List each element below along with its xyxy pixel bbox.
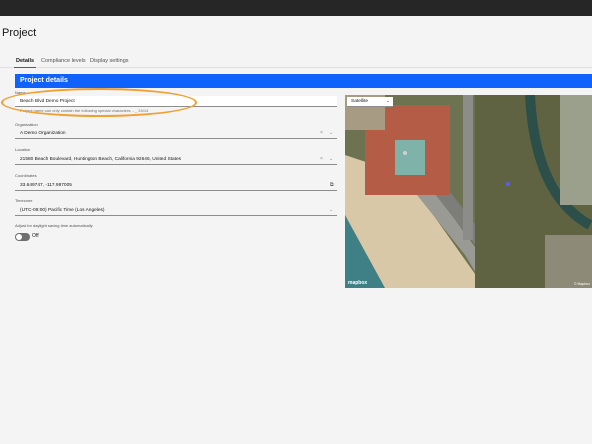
coordinates-value: 33.649747, -117.987005 [20,183,72,188]
page-title: Project [2,27,37,39]
mapbox-logo: mapbox [348,280,368,286]
location-label: Location [15,147,31,152]
timezone-select[interactable]: (UTC-08:00) Pacific Time (Los Angeles) ⌄ [15,205,337,216]
tab-display-settings[interactable]: Display settings [90,56,129,68]
organization-value: A Demo Organization [20,131,66,136]
annotation-oval [1,88,197,117]
chevron-down-icon[interactable]: ⌄ [329,207,333,213]
location-value: 21580 Beach Boulevard, Huntington Beach,… [20,157,182,162]
coordinates-field: 33.649747, -117.987005 ⧉ [15,180,337,191]
map-imagery [345,95,592,288]
close-icon[interactable]: × [320,130,323,136]
location-select[interactable]: 21580 Beach Boulevard, Huntington Beach,… [15,154,337,165]
coordinates-label: Coordinates [15,173,37,178]
map-style-select[interactable]: Satellite ⌄ [347,97,393,107]
chevron-down-icon[interactable]: ⌄ [329,156,333,162]
dst-label: Adjust for daylight saving time automati… [15,223,93,228]
map-attribution[interactable]: © Mapbox [574,282,590,286]
dst-toggle[interactable] [15,233,30,241]
panel-header: Project details [15,74,592,88]
timezone-value: (UTC-08:00) Pacific Time (Los Angeles) [20,208,105,213]
satellite-map[interactable]: Satellite ⌄ mapbox © Mapbox [345,95,592,288]
tab-bar: Details Compliance levels Display settin… [0,56,592,68]
project-details-form: Name Beach Blvd Demo Project Project nam… [1,88,344,288]
tab-compliance-levels[interactable]: Compliance levels [41,56,86,68]
timezone-label: Timezone [15,198,33,203]
tab-details[interactable]: Details [14,56,37,68]
map-marker-icon [506,182,510,186]
chevron-down-icon[interactable]: ⌄ [329,130,333,136]
copy-icon[interactable]: ⧉ [330,182,334,188]
top-bar [0,0,592,16]
panel-title: Project details [20,77,68,84]
organization-select[interactable]: A Demo Organization × ⌄ [15,128,337,139]
chevron-down-icon: ⌄ [386,98,390,103]
map-style-value: Satellite [351,99,369,104]
dst-state: Off [32,233,39,239]
close-icon[interactable]: × [320,156,323,162]
organization-label: Organization [15,122,38,127]
toggle-knob [16,234,22,240]
